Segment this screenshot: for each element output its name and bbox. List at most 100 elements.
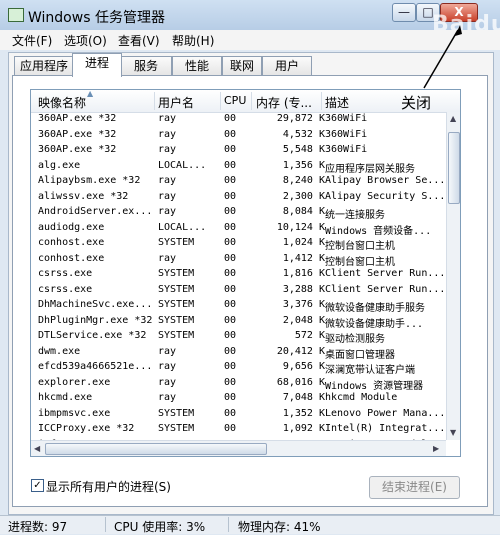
task-manager-icon (8, 8, 24, 22)
process-name: AndroidServer.ex... (38, 206, 153, 217)
process-name: audiodg.exe (38, 221, 105, 233)
process-name: hkcmd.exe (38, 392, 93, 403)
column-divider (251, 92, 252, 110)
minimize-button[interactable]: — (392, 3, 416, 22)
process-description: 360WiFi (325, 113, 368, 124)
process-user: SYSTEM (158, 283, 195, 295)
process-memory: 4,532 K (282, 128, 325, 140)
close-annotation: 关闭 (401, 94, 432, 112)
show-all-users-label: 显示所有用户的进程(S) (46, 480, 171, 494)
process-memory: 8,240 K (282, 175, 325, 186)
process-memory: 1,092 K (282, 423, 325, 434)
table-row[interactable]: AndroidServer.ex... ray 00 8,084 K 统一连接服务 (31, 205, 445, 221)
table-row[interactable]: audiodg.exe LOCAL... 00 10,124 K Windows 音频设… (31, 221, 445, 237)
process-name: 360AP.exe *32 (38, 128, 117, 140)
table-row[interactable]: efcd539a4666521e... ray 00 9,656 K 深澜宽带认证客户端 (31, 360, 445, 376)
table-row[interactable]: 360AP.exe *32 ray 00 5,548 K 360WiFi (31, 143, 445, 159)
horizontal-scrollbar[interactable]: ◀ ▶ (31, 440, 446, 456)
tab-networking[interactable]: 联网 (222, 56, 262, 76)
process-cpu: 00 (224, 128, 237, 140)
process-cpu: 00 (224, 299, 237, 310)
process-memory: 3,288 K (282, 283, 325, 295)
scroll-right-icon[interactable]: ▶ (433, 444, 439, 453)
process-name: Alipaybsm.exe *32 (38, 175, 141, 186)
column-image-name[interactable]: 映像名称 (38, 94, 86, 111)
process-memory: 1,412 K (282, 252, 325, 264)
menu-bar: 文件(F) 选项(O) 查看(V) 帮助(H) (0, 30, 500, 50)
status-physical-memory: 物理内存: 41% (238, 520, 321, 534)
tab-applications[interactable]: 应用程序 (14, 56, 74, 76)
process-memory: 3,376 K (282, 299, 325, 310)
process-description: 驱动检测服务 (325, 334, 385, 345)
list-header: 映像名称 ▲ 用户名 CPU 内存 (专... 描述 (31, 90, 460, 113)
table-row[interactable]: ICCProxy.exe *32 SYSTEM 00 1,092 K Intel(R) … (31, 422, 445, 438)
scroll-down-icon[interactable]: ▼ (450, 428, 456, 437)
process-description: Alipay Security S... (325, 190, 445, 202)
process-name: conhost.exe (38, 237, 105, 248)
process-list[interactable]: 映像名称 ▲ 用户名 CPU 内存 (专... 描述 360AP.exe *32… (30, 89, 461, 457)
checkbox-box[interactable]: ✓ (31, 479, 44, 492)
tab-processes[interactable]: 进程 (72, 53, 122, 77)
table-row[interactable]: csrss.exe SYSTEM 00 3,288 K Client Server Ru… (31, 283, 445, 299)
column-memory[interactable]: 内存 (专... (256, 94, 312, 111)
process-name: aliwssv.exe *32 (38, 190, 129, 202)
menu-options[interactable]: 选项(O) (64, 32, 107, 49)
process-name: 360AP.exe *32 (38, 144, 117, 155)
vertical-scrollbar[interactable]: ▲ ▼ (446, 112, 460, 440)
scroll-left-icon[interactable]: ◀ (34, 444, 40, 453)
table-row[interactable]: conhost.exe ray 00 1,412 K 控制台窗口主机 (31, 252, 445, 268)
horizontal-scroll-thumb[interactable] (45, 443, 267, 455)
process-memory: 8,084 K (282, 206, 325, 217)
menu-file[interactable]: 文件(F) (12, 32, 52, 49)
process-name: ibmpmsvc.exe (38, 407, 111, 419)
scroll-up-icon[interactable]: ▲ (450, 114, 456, 123)
process-user: LOCAL... (158, 159, 207, 171)
process-memory: 572 K (294, 330, 325, 341)
tab-services[interactable]: 服务 (120, 56, 172, 76)
tab-users[interactable]: 用户 (262, 56, 312, 76)
table-row[interactable]: Alipaybsm.exe *32 ray 00 8,240 K Alipay Brow… (31, 174, 445, 190)
process-memory: 1,024 K (282, 237, 325, 248)
process-description: hkcmd Module (325, 392, 398, 403)
table-row[interactable]: 360AP.exe *32 ray 00 4,532 K 360WiFi (31, 128, 445, 144)
table-row[interactable]: hkcmd.exe ray 00 7,048 Khkcmd Module (31, 391, 445, 407)
process-memory: 68,016 K (276, 376, 325, 388)
process-memory: 10,124 K (276, 221, 325, 233)
process-memory: 20,412 K (276, 345, 325, 357)
process-description: Windows 音频设备... (325, 225, 432, 237)
process-name: ICCProxy.exe *32 (38, 423, 135, 434)
table-row[interactable]: DTLService.exe *32 SYSTEM 00 572 K 驱动检测服务 (31, 329, 445, 345)
column-user-name[interactable]: 用户名 (158, 94, 194, 111)
status-divider (228, 517, 229, 532)
process-memory: 1,356 K (282, 159, 325, 171)
table-row[interactable]: alg.exe LOCAL... 00 1,356 K 应用程序层网关服务 (31, 159, 445, 175)
end-process-button[interactable]: 结束进程(E) (369, 476, 460, 499)
menu-help[interactable]: 帮助(H) (172, 32, 214, 49)
process-user: SYSTEM (158, 423, 195, 434)
status-cpu-usage: CPU 使用率: 3% (114, 520, 206, 534)
process-name: DhMachineSvc.exe... (38, 299, 153, 310)
table-row[interactable]: explorer.exe ray 00 68,016 K Windows 资源管理器 (31, 376, 445, 392)
process-cpu: 00 (224, 268, 237, 279)
table-row[interactable]: dwm.exe ray 00 20,412 K 桌面窗口管理器 (31, 345, 445, 361)
status-process-count: 进程数: 97 (8, 520, 68, 534)
column-divider (220, 92, 221, 110)
process-memory: 1,816 K (282, 268, 325, 279)
table-row[interactable]: ibmpmsvc.exe SYSTEM 00 1,352 K Lenovo Power … (31, 407, 445, 423)
process-cpu: 00 (224, 190, 237, 202)
table-row[interactable]: aliwssv.exe *32 ray 00 2,300 K Alipay Securi… (31, 190, 445, 206)
tab-performance[interactable]: 性能 (172, 56, 222, 76)
table-row[interactable]: csrss.exe SYSTEM 00 1,816 K Client Server Ru… (31, 267, 445, 283)
process-cpu: 00 (224, 159, 237, 171)
table-row[interactable]: DhPluginMgr.exe *32 SYSTEM 00 2,048 K 微软设备健康… (31, 314, 445, 330)
process-cpu: 00 (224, 144, 237, 155)
table-row[interactable]: DhMachineSvc.exe... SYSTEM 00 3,376 K 微软设备健康… (31, 298, 445, 314)
process-user: ray (158, 345, 177, 357)
table-row[interactable]: 360AP.exe *32 ray 00 29,872 K 360WiFi (31, 112, 445, 128)
vertical-scroll-thumb[interactable] (448, 132, 460, 204)
process-description: Windows 资源管理器 (325, 380, 424, 392)
column-cpu[interactable]: CPU (224, 94, 246, 107)
table-row[interactable]: conhost.exe SYSTEM 00 1,024 K 控制台窗口主机 (31, 236, 445, 252)
column-description[interactable]: 描述 (325, 94, 349, 111)
menu-view[interactable]: 查看(V) (118, 32, 160, 49)
